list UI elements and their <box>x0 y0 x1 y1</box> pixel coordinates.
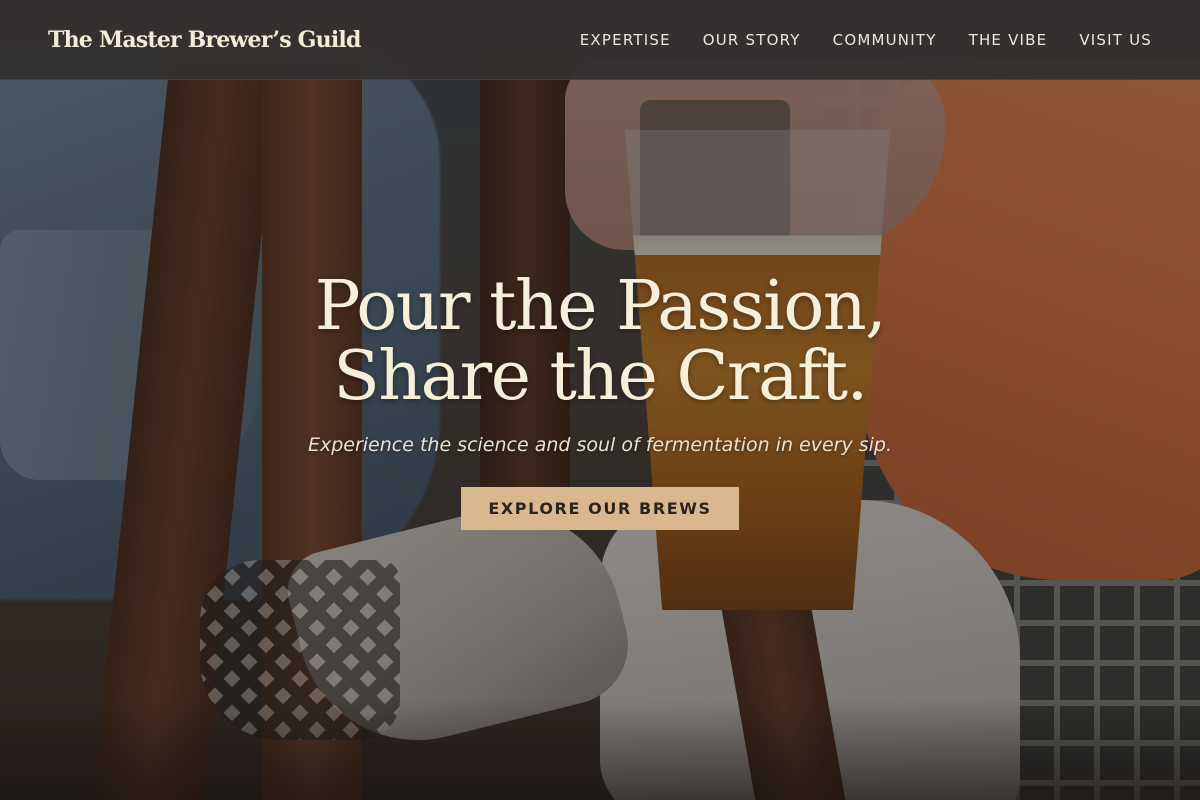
page: The Master Brewer’s Guild EXPERTISE OUR … <box>0 0 1200 800</box>
nav-link-visit-us[interactable]: VISIT US <box>1079 31 1152 49</box>
explore-brews-button[interactable]: EXPLORE OUR BREWS <box>461 487 739 530</box>
hero-subtitle: Experience the science and soul of ferme… <box>307 434 893 456</box>
brand-logo-link[interactable]: The Master Brewer’s Guild <box>48 27 361 53</box>
nav-link-the-vibe[interactable]: THE VIBE <box>969 31 1048 49</box>
nav-link-community[interactable]: COMMUNITY <box>833 31 937 49</box>
hero-title-line-1: Pour the Passion, <box>314 267 887 346</box>
nav-link-our-story[interactable]: OUR STORY <box>703 31 801 49</box>
site-header: The Master Brewer’s Guild EXPERTISE OUR … <box>0 0 1200 80</box>
nav-link-expertise[interactable]: EXPERTISE <box>580 31 671 49</box>
hero-title-line-2: Share the Craft. <box>333 337 868 416</box>
main-navigation: EXPERTISE OUR STORY COMMUNITY THE VIBE V… <box>580 31 1152 49</box>
hero-section: Pour the Passion, Share the Craft. Exper… <box>0 0 1200 800</box>
hero-title: Pour the Passion, Share the Craft. <box>314 267 887 416</box>
